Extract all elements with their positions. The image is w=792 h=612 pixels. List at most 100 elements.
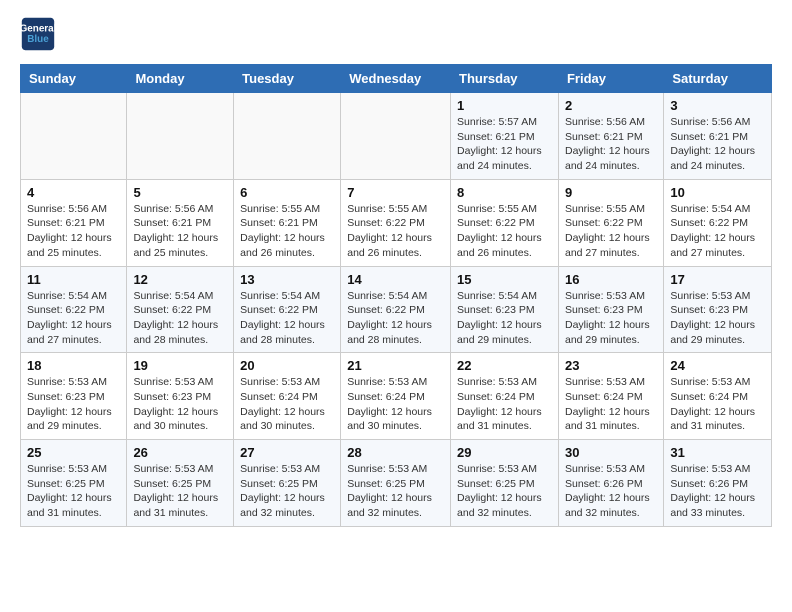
week-row-4: 18 Sunrise: 5:53 AM Sunset: 6:23 PM Dayli… [21,353,772,440]
day-cell: 10 Sunrise: 5:54 AM Sunset: 6:22 PM Dayli… [664,179,772,266]
day-number: 20 [240,358,334,373]
day-cell [21,93,127,180]
day-number: 22 [457,358,552,373]
logo: General Blue [20,16,60,52]
day-number: 7 [347,185,444,200]
day-number: 14 [347,272,444,287]
week-row-1: 1Sunrise: 5:57 AM Sunset: 6:21 PM Daylig… [21,93,772,180]
day-number: 16 [565,272,657,287]
day-number: 31 [670,445,765,460]
day-number: 8 [457,185,552,200]
day-info: Sunrise: 5:54 AM Sunset: 6:22 PM Dayligh… [133,289,227,348]
day-number: 3 [670,98,765,113]
day-number: 18 [27,358,120,373]
day-cell: 22 Sunrise: 5:53 AM Sunset: 6:24 PM Dayli… [451,353,559,440]
calendar-table: SundayMondayTuesdayWednesdayThursdayFrid… [20,64,772,527]
day-cell: 20 Sunrise: 5:53 AM Sunset: 6:24 PM Dayli… [234,353,341,440]
weekday-header-saturday: Saturday [664,65,772,93]
weekday-header-friday: Friday [558,65,663,93]
day-number: 19 [133,358,227,373]
day-info: Sunrise: 5:53 AM Sunset: 6:23 PM Dayligh… [133,375,227,434]
day-info: Sunrise: 5:54 AM Sunset: 6:22 PM Dayligh… [240,289,334,348]
day-number: 6 [240,185,334,200]
day-number: 17 [670,272,765,287]
day-cell: 18 Sunrise: 5:53 AM Sunset: 6:23 PM Dayli… [21,353,127,440]
day-cell: 30 Sunrise: 5:53 AM Sunset: 6:26 PM Dayli… [558,440,663,527]
day-cell: 15 Sunrise: 5:54 AM Sunset: 6:23 PM Dayli… [451,266,559,353]
day-cell: 27 Sunrise: 5:53 AM Sunset: 6:25 PM Dayli… [234,440,341,527]
day-cell: 12 Sunrise: 5:54 AM Sunset: 6:22 PM Dayli… [127,266,234,353]
day-cell [234,93,341,180]
day-number: 10 [670,185,765,200]
weekday-header-row: SundayMondayTuesdayWednesdayThursdayFrid… [21,65,772,93]
day-number: 5 [133,185,227,200]
day-info: Sunrise: 5:53 AM Sunset: 6:25 PM Dayligh… [240,462,334,521]
header: General Blue [20,16,772,52]
day-cell: 11Sunrise: 5:54 AM Sunset: 6:22 PM Dayli… [21,266,127,353]
day-cell: 4Sunrise: 5:56 AM Sunset: 6:21 PM Daylig… [21,179,127,266]
day-info: Sunrise: 5:55 AM Sunset: 6:21 PM Dayligh… [240,202,334,261]
day-cell: 3 Sunrise: 5:56 AM Sunset: 6:21 PM Daylig… [664,93,772,180]
day-cell: 21Sunrise: 5:53 AM Sunset: 6:24 PM Dayli… [341,353,451,440]
svg-text:Blue: Blue [27,34,49,45]
day-number: 2 [565,98,657,113]
day-number: 26 [133,445,227,460]
day-number: 9 [565,185,657,200]
day-cell: 14 Sunrise: 5:54 AM Sunset: 6:22 PM Dayli… [341,266,451,353]
day-number: 11 [27,272,120,287]
day-info: Sunrise: 5:53 AM Sunset: 6:23 PM Dayligh… [27,375,120,434]
week-row-3: 11 Sunrise: 5:54 AM Sunset: 6:22 PM Dayli… [21,266,772,353]
day-cell: 29 Sunrise: 5:53 AM Sunset: 6:25 PM Dayli… [451,440,559,527]
day-info: Sunrise: 5:55 AM Sunset: 6:22 PM Dayligh… [565,202,657,261]
day-cell: 19 Sunrise: 5:53 AM Sunset: 6:23 PM Dayli… [127,353,234,440]
weekday-header-sunday: Sunday [21,65,127,93]
day-info: Sunrise: 5:53 AM Sunset: 6:24 PM Dayligh… [457,375,552,434]
day-cell: 2Sunrise: 5:56 AM Sunset: 6:21 PM Daylig… [558,93,663,180]
week-row-5: 25 Sunrise: 5:53 AM Sunset: 6:25 PM Dayli… [21,440,772,527]
day-number: 30 [565,445,657,460]
weekday-header-wednesday: Wednesday [341,65,451,93]
weekday-header-tuesday: Tuesday [234,65,341,93]
day-cell: 1Sunrise: 5:57 AM Sunset: 6:21 PM Daylig… [451,93,559,180]
day-info: Sunrise: 5:56 AM Sunset: 6:21 PM Dayligh… [670,115,765,174]
day-info: Sunrise: 5:54 AM Sunset: 6:22 PM Dayligh… [670,202,765,261]
day-number: 4 [27,185,120,200]
day-cell: 5Sunrise: 5:56 AM Sunset: 6:21 PM Daylig… [127,179,234,266]
day-info: Sunrise: 5:55 AM Sunset: 6:22 PM Dayligh… [347,202,444,261]
day-cell: 25Sunrise: 5:53 AM Sunset: 6:25 PM Dayli… [21,440,127,527]
day-info: Sunrise: 5:55 AM Sunset: 6:22 PM Dayligh… [457,202,552,261]
day-info: Sunrise: 5:54 AM Sunset: 6:23 PM Dayligh… [457,289,552,348]
logo-icon: General Blue [20,16,56,52]
day-number: 12 [133,272,227,287]
day-cell: 26Sunrise: 5:53 AM Sunset: 6:25 PM Dayli… [127,440,234,527]
day-info: Sunrise: 5:53 AM Sunset: 6:25 PM Dayligh… [457,462,552,521]
week-row-2: 4Sunrise: 5:56 AM Sunset: 6:21 PM Daylig… [21,179,772,266]
weekday-header-thursday: Thursday [451,65,559,93]
day-number: 13 [240,272,334,287]
day-number: 27 [240,445,334,460]
day-info: Sunrise: 5:53 AM Sunset: 6:26 PM Dayligh… [670,462,765,521]
day-info: Sunrise: 5:53 AM Sunset: 6:25 PM Dayligh… [347,462,444,521]
day-number: 25 [27,445,120,460]
day-number: 28 [347,445,444,460]
day-cell: 7 Sunrise: 5:55 AM Sunset: 6:22 PM Daylig… [341,179,451,266]
page: General Blue SundayMondayTuesdayWednesda… [0,0,792,543]
day-info: Sunrise: 5:53 AM Sunset: 6:23 PM Dayligh… [670,289,765,348]
day-info: Sunrise: 5:57 AM Sunset: 6:21 PM Dayligh… [457,115,552,174]
weekday-header-monday: Monday [127,65,234,93]
day-cell: 23Sunrise: 5:53 AM Sunset: 6:24 PM Dayli… [558,353,663,440]
day-number: 29 [457,445,552,460]
day-cell: 16Sunrise: 5:53 AM Sunset: 6:23 PM Dayli… [558,266,663,353]
day-cell: 13 Sunrise: 5:54 AM Sunset: 6:22 PM Dayli… [234,266,341,353]
day-cell: 28 Sunrise: 5:53 AM Sunset: 6:25 PM Dayli… [341,440,451,527]
day-number: 15 [457,272,552,287]
day-info: Sunrise: 5:53 AM Sunset: 6:26 PM Dayligh… [565,462,657,521]
day-cell: 8 Sunrise: 5:55 AM Sunset: 6:22 PM Daylig… [451,179,559,266]
day-cell: 31 Sunrise: 5:53 AM Sunset: 6:26 PM Dayli… [664,440,772,527]
day-cell: 6 Sunrise: 5:55 AM Sunset: 6:21 PM Daylig… [234,179,341,266]
day-number: 24 [670,358,765,373]
day-info: Sunrise: 5:53 AM Sunset: 6:24 PM Dayligh… [670,375,765,434]
day-info: Sunrise: 5:53 AM Sunset: 6:24 PM Dayligh… [240,375,334,434]
day-info: Sunrise: 5:54 AM Sunset: 6:22 PM Dayligh… [347,289,444,348]
day-info: Sunrise: 5:53 AM Sunset: 6:24 PM Dayligh… [565,375,657,434]
